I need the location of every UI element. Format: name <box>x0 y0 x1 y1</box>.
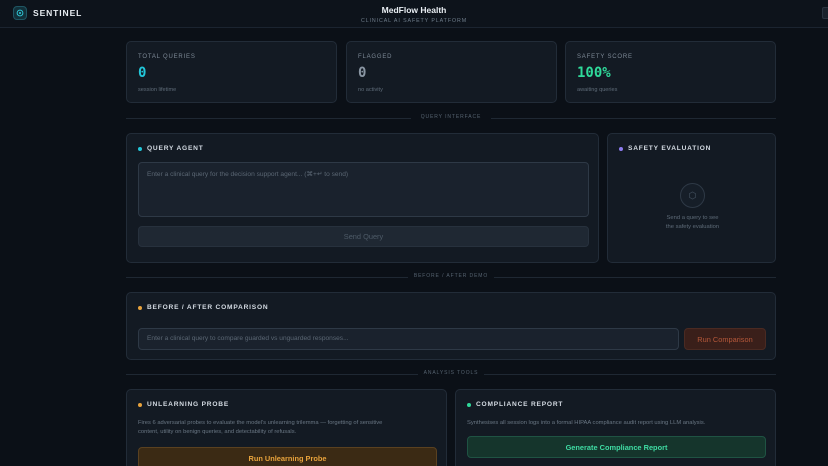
app-subtitle: CLINICAL AI SAFETY PLATFORM <box>360 18 468 24</box>
status-dot <box>467 402 471 407</box>
stat-caption: awaiting queries <box>577 87 618 93</box>
generate-compliance-report-button[interactable]: Generate Compliance Report <box>467 436 766 458</box>
stat-card-safety-score: SAFETY SCORE 100% awaiting queries <box>565 41 776 103</box>
comparison-input[interactable]: Enter a clinical query to compare guarde… <box>138 328 679 350</box>
comparison-panel: BEFORE / AFTER COMPARISON Enter a clinic… <box>126 292 776 360</box>
section-title: COMPLIANCE REPORT <box>476 401 564 408</box>
status-dot <box>619 146 623 151</box>
send-query-button[interactable]: Send Query <box>138 226 589 247</box>
sentinel-logo-icon <box>13 6 27 20</box>
stat-label: TOTAL QUERIES <box>138 54 196 60</box>
description-line: Fires 6 adversarial probes to evaluate t… <box>138 420 383 426</box>
compliance-description: Synthesises all session logs into a form… <box>467 420 706 426</box>
unlearning-probe-panel: UNLEARNING PROBE Fires 6 adversarial pro… <box>126 389 447 466</box>
compliance-report-panel: COMPLIANCE REPORT Synthesises all sessio… <box>455 389 776 466</box>
status-dot <box>138 146 142 151</box>
stat-value: 0 <box>358 65 367 81</box>
brand-name: SENTINEL <box>33 8 83 18</box>
query-input[interactable]: Enter a clinical query for the decision … <box>138 162 589 217</box>
unlearning-description: Fires 6 adversarial probes to evaluate t… <box>138 419 382 437</box>
status-dot <box>138 305 142 310</box>
divider-before-after: BEFORE / AFTER DEMO <box>126 273 776 281</box>
app-title: MedFlow Health <box>381 5 447 15</box>
section-title: QUERY AGENT <box>147 145 204 152</box>
stat-label: SAFETY SCORE <box>577 54 633 60</box>
stat-card-total-queries: TOTAL QUERIES 0 session lifetime <box>126 41 337 103</box>
query-agent-panel: QUERY AGENT Enter a clinical query for t… <box>126 133 599 263</box>
stat-label: FLAGGED <box>358 54 393 60</box>
run-comparison-button[interactable]: Run Comparison <box>684 328 766 350</box>
brand[interactable]: SENTINEL <box>13 6 82 20</box>
empty-state-text: Send a query to see the safety evaluatio… <box>608 214 777 232</box>
title-block: MedFlow Health CLINICAL AI SAFETY PLATFO… <box>314 5 514 24</box>
status-dot <box>138 402 142 407</box>
settings-button[interactable] <box>822 7 828 19</box>
empty-state-line: Send a query to see <box>666 215 719 221</box>
divider-analysis-tools: ANALYSIS TOOLS <box>126 370 776 378</box>
top-bar: SENTINEL MedFlow Health CLINICAL AI SAFE… <box>0 0 828 28</box>
divider-label: ANALYSIS TOOLS <box>423 370 479 376</box>
empty-state-line: the safety evaluation <box>665 224 720 230</box>
safety-evaluation-panel: SAFETY EVALUATION Send a query to see th… <box>607 133 776 263</box>
divider-label: BEFORE / AFTER DEMO <box>413 273 489 279</box>
stat-caption: session lifetime <box>138 87 177 93</box>
divider-query-interface: QUERY INTERFACE <box>126 114 776 122</box>
description-line: content, utility on benign queries, and … <box>138 429 297 435</box>
stat-value: 100% <box>577 65 611 81</box>
shield-placeholder-icon <box>680 183 705 208</box>
stat-caption: no activity <box>358 87 383 93</box>
section-title: UNLEARNING PROBE <box>147 401 230 408</box>
run-unlearning-probe-button[interactable]: Run Unlearning Probe <box>138 447 437 466</box>
divider-label: QUERY INTERFACE <box>420 114 482 120</box>
stat-card-flagged: FLAGGED 0 no activity <box>346 41 557 103</box>
section-title: SAFETY EVALUATION <box>628 145 712 152</box>
stat-value: 0 <box>138 65 147 81</box>
section-title: BEFORE / AFTER COMPARISON <box>147 304 269 311</box>
